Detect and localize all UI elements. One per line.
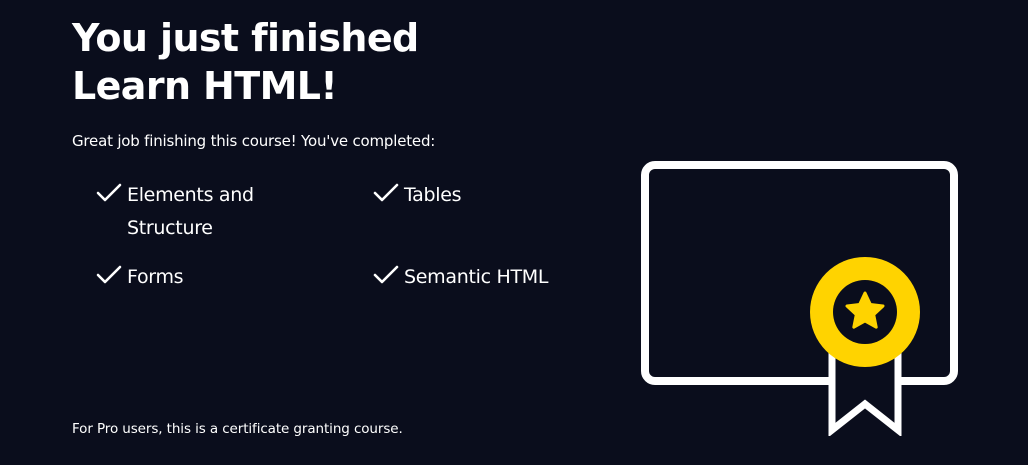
completed-topics-list: Elements and Structure Tables Forms Sema…: [96, 180, 596, 300]
title-line-2: Learn HTML!: [72, 64, 338, 108]
topic-item-forms: Forms: [96, 262, 184, 294]
topic-item-semantic-html: Semantic HTML: [373, 262, 548, 294]
checkmark-icon: [373, 183, 399, 202]
topic-item-tables: Tables: [373, 180, 462, 212]
checkmark-icon: [96, 183, 122, 202]
certificate-frame: [641, 161, 958, 385]
topic-label: Forms: [127, 266, 184, 288]
page-title: You just finished Learn HTML!: [72, 14, 592, 110]
topic-label: Semantic HTML: [404, 266, 549, 288]
title-line-1: You just finished: [72, 16, 419, 60]
checkmark-icon: [373, 265, 399, 284]
certificate-icon: [641, 161, 958, 436]
completion-intro: Great job finishing this course! You've …: [72, 132, 436, 150]
topic-label: Tables: [404, 184, 462, 206]
checkmark-icon: [96, 265, 122, 284]
topic-item-elements-and-structure: Elements and Structure: [96, 180, 254, 245]
topic-label: Elements and Structure: [127, 184, 254, 239]
certificate-note: For Pro users, this is a certificate gra…: [72, 421, 403, 437]
